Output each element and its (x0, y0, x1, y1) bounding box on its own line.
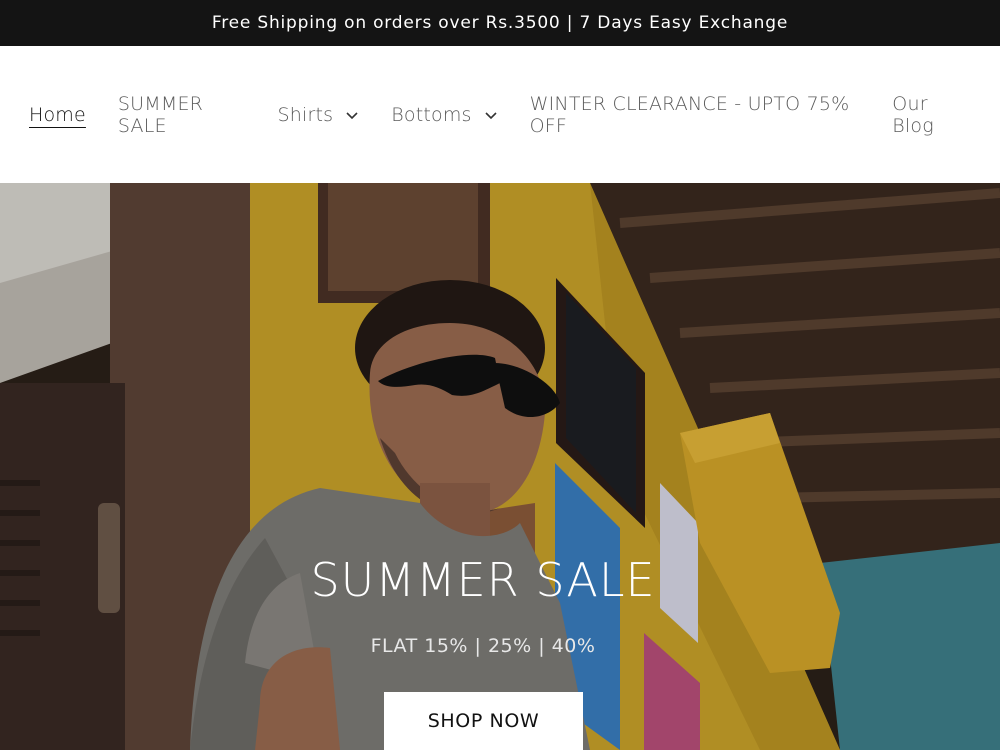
site-header: Home SUMMER SALE Shirts Bottoms WINTER C… (0, 46, 1000, 183)
nav-item-label: Home (29, 103, 86, 126)
nav-item-label: Bottoms (391, 103, 472, 126)
chevron-down-icon (345, 108, 359, 122)
nav-item-label: SUMMER SALE (117, 92, 204, 137)
nav-item-bottoms[interactable]: Bottoms (391, 46, 497, 183)
hero-subtitle: FLAT 15% | 25% | 40% (370, 635, 596, 657)
shop-now-button[interactable]: SHOP NOW (384, 692, 583, 750)
nav-item-shirts[interactable]: Shirts (277, 46, 359, 183)
nav-item-our-blog[interactable]: Our Blog (892, 46, 968, 183)
announcement-bar: Free Shipping on orders over Rs.3500 | 7… (0, 0, 1000, 46)
chevron-down-icon (484, 108, 498, 122)
hero-title: SUMMER SALE (310, 553, 656, 607)
announcement-text: Free Shipping on orders over Rs.3500 | 7… (211, 13, 789, 33)
nav-item-winter-clearance[interactable]: WINTER CLEARANCE - UPTO 75% OFF (530, 46, 861, 183)
nav-item-home[interactable]: Home (29, 46, 86, 183)
nav-item-summer-sale[interactable]: SUMMER SALE (118, 46, 246, 183)
main-navigation: Home SUMMER SALE Shirts Bottoms WINTER C… (0, 46, 1000, 183)
nav-item-label: WINTER CLEARANCE - UPTO 75% OFF (529, 92, 850, 137)
nav-item-label: Shirts (277, 103, 334, 126)
hero-banner[interactable]: SUMMER SALE FLAT 15% | 25% | 40% SHOP NO… (0, 183, 1000, 750)
hero-overlay (0, 183, 1000, 750)
nav-item-label: Our Blog (892, 92, 934, 137)
